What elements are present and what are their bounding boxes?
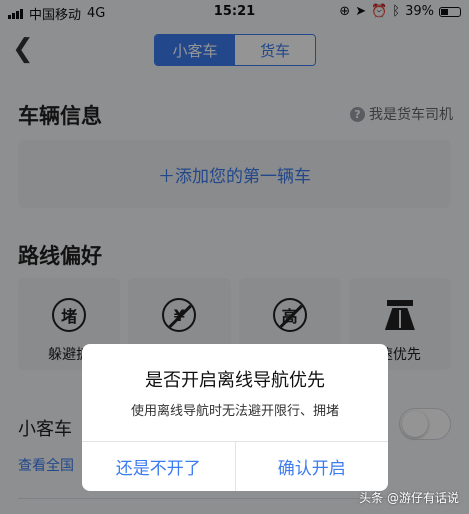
offline-nav-dialog: 是否开启离线导航优先 使用离线导航时无法避开限行、拥堵 还是不开了 确认开启 xyxy=(82,344,388,491)
dialog-title: 是否开启离线导航优先 xyxy=(145,370,325,391)
dialog-buttons: 还是不开了 确认开启 xyxy=(82,441,388,491)
watermark: 头条 @游仔有话说 xyxy=(359,491,459,505)
confirm-button[interactable]: 确认开启 xyxy=(236,442,389,491)
dialog-message: 使用离线导航时无法避开限行、拥堵 xyxy=(130,404,339,419)
cancel-button[interactable]: 还是不开了 xyxy=(82,442,236,491)
